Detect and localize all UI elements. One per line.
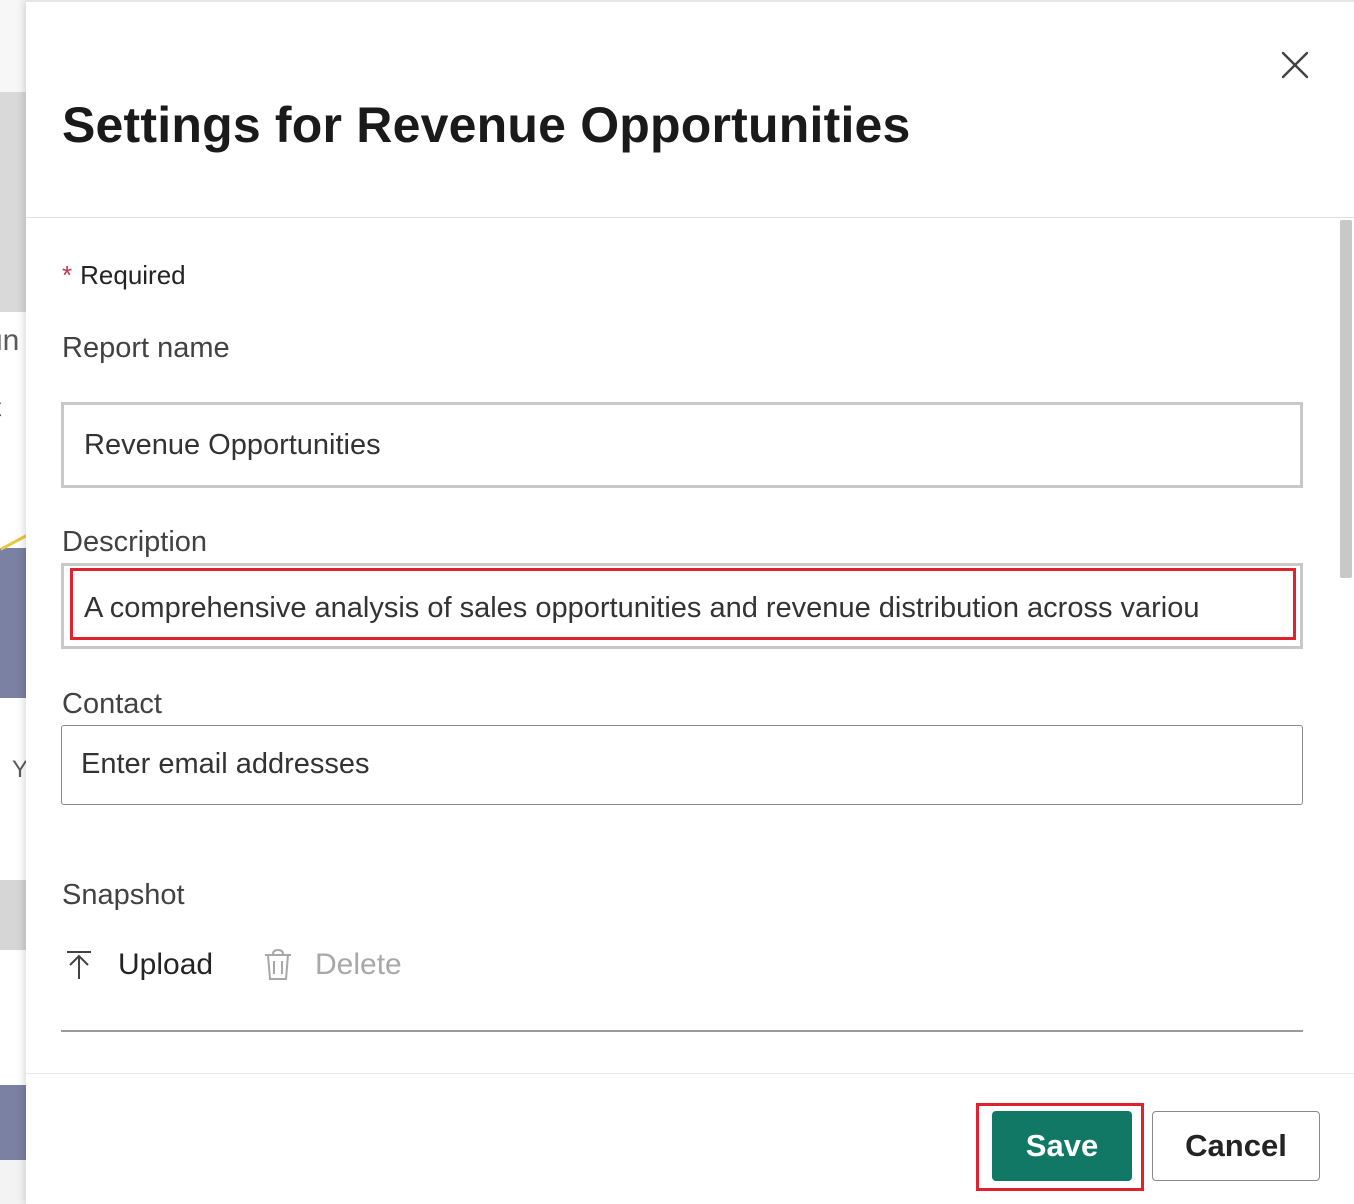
background-chart — [0, 1085, 26, 1160]
save-button[interactable]: Save — [992, 1111, 1132, 1181]
dialog-title: Settings for Revenue Opportunities — [62, 97, 911, 153]
close-icon — [1281, 51, 1309, 79]
background-band — [0, 0, 26, 92]
background-text: Y — [12, 756, 26, 783]
background-page: un t Y — [0, 0, 26, 1204]
required-star: * — [62, 260, 73, 290]
description-label: Description — [62, 526, 208, 558]
background-chart — [0, 548, 26, 698]
settings-dialog: Settings for Revenue Opportunities * Requ… — [26, 0, 1354, 1204]
background-band — [0, 880, 26, 950]
snapshot-label: Snapshot — [62, 879, 185, 911]
delete-label: Delete — [315, 948, 402, 981]
contact-label: Contact — [62, 688, 162, 720]
upload-icon — [67, 951, 91, 979]
footer-divider — [26, 1073, 1354, 1074]
background-text: un — [0, 324, 20, 357]
header-divider — [26, 217, 1354, 218]
snapshot-divider — [61, 1030, 1303, 1032]
required-label: Required — [80, 260, 186, 290]
contact-placeholder: Enter email addresses — [81, 748, 370, 780]
description-input[interactable]: A comprehensive analysis of sales opport… — [61, 563, 1303, 649]
report-name-input[interactable]: Revenue Opportunities — [61, 402, 1303, 488]
cancel-button[interactable]: Cancel — [1152, 1111, 1320, 1181]
upload-button[interactable]: Upload — [66, 948, 213, 982]
background-band — [0, 950, 26, 1085]
dialog-top-border — [26, 0, 1354, 2]
background-band — [0, 92, 26, 312]
report-name-value: Revenue Opportunities — [84, 429, 381, 461]
trash-icon — [265, 949, 291, 980]
delete-button[interactable]: Delete — [263, 948, 402, 982]
close-button[interactable] — [1274, 44, 1316, 86]
scrollbar-thumb[interactable] — [1340, 220, 1352, 578]
report-name-label: Report name — [62, 332, 230, 364]
required-note: * Required — [62, 260, 186, 291]
upload-label: Upload — [118, 948, 214, 981]
background-text: t — [0, 392, 1, 423]
vertical-scrollbar[interactable] — [1337, 220, 1354, 1070]
contact-input[interactable]: Enter email addresses — [61, 725, 1303, 805]
description-value: A comprehensive analysis of sales opport… — [84, 592, 1200, 624]
